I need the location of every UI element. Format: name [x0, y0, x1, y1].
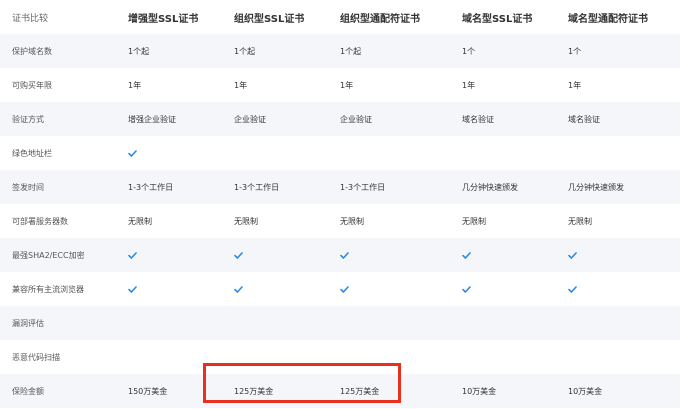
cell-dv-ssl	[450, 306, 556, 340]
cell-dv-ssl: 1年	[450, 68, 556, 102]
cell-ov-wildcard	[328, 238, 450, 272]
cell-dv-ssl	[450, 272, 556, 306]
check-icon	[128, 285, 137, 293]
header-ov-wildcard: 组织型通配符证书	[328, 0, 450, 34]
cell-dv-wildcard: 无限制	[556, 204, 680, 238]
header-compare-label: 证书比较	[0, 0, 116, 34]
check-icon	[340, 251, 349, 259]
cell-ov-ssl	[222, 238, 328, 272]
cell-ev-ssl: 增强企业验证	[116, 102, 222, 136]
check-icon	[462, 251, 471, 259]
check-icon	[462, 285, 471, 293]
row-label: 恶意代码扫描	[0, 340, 116, 374]
row-label: 保险金额	[0, 374, 116, 408]
ssl-comparison-page: 证书比较 增强型SSL证书 组织型SSL证书 组织型通配符证书 域名型SSL证书…	[0, 0, 680, 409]
table-row: 最强SHA2/ECC加密	[0, 238, 680, 272]
table-row: 漏洞评估	[0, 306, 680, 340]
cell-ov-wildcard: 1年	[328, 68, 450, 102]
table-row: 绿色地址栏	[0, 136, 680, 170]
cell-ev-ssl: 150万美金	[116, 374, 222, 408]
cell-ov-ssl: 无限制	[222, 204, 328, 238]
cell-ov-ssl: 125万美金	[222, 374, 328, 408]
cell-dv-ssl: 域名验证	[450, 102, 556, 136]
cell-ov-ssl	[222, 340, 328, 374]
table-row: 保护域名数 1个起 1个起 1个起 1个 1个	[0, 34, 680, 68]
row-label: 可购买年限	[0, 68, 116, 102]
table-row: 验证方式 增强企业验证 企业验证 企业验证 域名验证 域名验证	[0, 102, 680, 136]
header-ev-ssl: 增强型SSL证书	[116, 0, 222, 34]
row-label: 最强SHA2/ECC加密	[0, 238, 116, 272]
cell-ov-ssl: 企业验证	[222, 102, 328, 136]
header-dv-wildcard: 域名型通配符证书	[556, 0, 680, 34]
cell-dv-ssl: 1个	[450, 34, 556, 68]
cell-ov-wildcard	[328, 306, 450, 340]
cell-dv-wildcard: 域名验证	[556, 102, 680, 136]
cell-ev-ssl	[116, 136, 222, 170]
cell-dv-wildcard	[556, 306, 680, 340]
table-row: 兼容所有主流浏览器	[0, 272, 680, 306]
cell-dv-wildcard: 10万美金	[556, 374, 680, 408]
cell-ov-ssl	[222, 136, 328, 170]
check-icon	[568, 251, 577, 259]
cell-ov-wildcard	[328, 136, 450, 170]
cell-ov-ssl	[222, 272, 328, 306]
cell-dv-ssl	[450, 136, 556, 170]
row-label: 验证方式	[0, 102, 116, 136]
cell-dv-wildcard	[556, 238, 680, 272]
cell-ov-wildcard: 125万美金	[328, 374, 450, 408]
cell-ov-wildcard	[328, 272, 450, 306]
cell-dv-wildcard: 1年	[556, 68, 680, 102]
cell-ov-ssl: 1个起	[222, 34, 328, 68]
header-ov-ssl: 组织型SSL证书	[222, 0, 328, 34]
check-icon	[128, 251, 137, 259]
table-body: 保护域名数 1个起 1个起 1个起 1个 1个 可购买年限 1年 1年 1年 1年 1年 验证方式 增强企…	[0, 34, 680, 408]
header-dv-ssl: 域名型SSL证书	[450, 0, 556, 34]
cell-dv-ssl: 10万美金	[450, 374, 556, 408]
check-icon	[340, 285, 349, 293]
table-row: 可购买年限 1年 1年 1年 1年 1年	[0, 68, 680, 102]
cell-dv-wildcard: 1个	[556, 34, 680, 68]
cell-ov-ssl: 1年	[222, 68, 328, 102]
cell-dv-ssl: 无限制	[450, 204, 556, 238]
cell-dv-wildcard: 几分钟快速颁发	[556, 170, 680, 204]
check-icon	[128, 149, 137, 157]
cell-ov-ssl	[222, 306, 328, 340]
row-label: 兼容所有主流浏览器	[0, 272, 116, 306]
cell-ov-wildcard	[328, 340, 450, 374]
check-icon	[234, 251, 243, 259]
table-row: 可部署服务器数 无限制 无限制 无限制 无限制 无限制	[0, 204, 680, 238]
cell-ev-ssl: 1年	[116, 68, 222, 102]
row-label: 绿色地址栏	[0, 136, 116, 170]
table-row: 保险金额 150万美金 125万美金 125万美金 10万美金 10万美金	[0, 374, 680, 408]
cell-dv-ssl: 几分钟快速颁发	[450, 170, 556, 204]
row-label: 保护域名数	[0, 34, 116, 68]
cell-ov-ssl: 1-3个工作日	[222, 170, 328, 204]
cell-ev-ssl	[116, 238, 222, 272]
cell-dv-wildcard	[556, 272, 680, 306]
cell-dv-ssl	[450, 340, 556, 374]
cell-ov-wildcard: 企业验证	[328, 102, 450, 136]
cell-dv-wildcard	[556, 340, 680, 374]
row-label: 可部署服务器数	[0, 204, 116, 238]
check-icon	[568, 285, 577, 293]
cell-ev-ssl	[116, 306, 222, 340]
cell-ov-wildcard: 1-3个工作日	[328, 170, 450, 204]
row-label: 签发时间	[0, 170, 116, 204]
cell-ev-ssl: 1个起	[116, 34, 222, 68]
cell-dv-wildcard	[556, 136, 680, 170]
check-icon	[234, 285, 243, 293]
cell-ev-ssl: 1-3个工作日	[116, 170, 222, 204]
table-header-row: 证书比较 增强型SSL证书 组织型SSL证书 组织型通配符证书 域名型SSL证书…	[0, 0, 680, 34]
table-row: 恶意代码扫描	[0, 340, 680, 374]
cell-ev-ssl	[116, 272, 222, 306]
row-label: 漏洞评估	[0, 306, 116, 340]
ssl-comparison-table: 证书比较 增强型SSL证书 组织型SSL证书 组织型通配符证书 域名型SSL证书…	[0, 0, 680, 408]
cell-ov-wildcard: 1个起	[328, 34, 450, 68]
table-row: 签发时间 1-3个工作日 1-3个工作日 1-3个工作日 几分钟快速颁发 几分钟快速颁发	[0, 170, 680, 204]
cell-ev-ssl: 无限制	[116, 204, 222, 238]
cell-dv-ssl	[450, 238, 556, 272]
cell-ev-ssl	[116, 340, 222, 374]
cell-ov-wildcard: 无限制	[328, 204, 450, 238]
